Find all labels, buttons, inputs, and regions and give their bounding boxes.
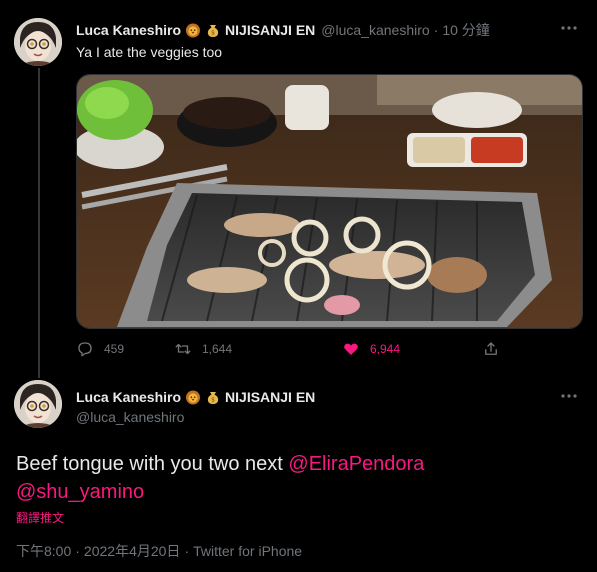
tweet-photo[interactable] xyxy=(76,74,583,329)
tweet-time[interactable]: 10 分鐘 xyxy=(442,20,489,40)
like-button[interactable]: 6,944 xyxy=(342,340,400,358)
retweet-icon xyxy=(175,343,191,355)
avatar[interactable] xyxy=(14,380,62,428)
tweet-metadata: 下午8:00 · 2022年4月20日 · Twitter for iPhone xyxy=(16,541,302,561)
more-dots-icon[interactable] xyxy=(559,18,579,38)
lion-emoji-icon xyxy=(185,389,201,405)
separator-dot: · xyxy=(75,543,80,559)
handle[interactable]: @luca_kaneshiro xyxy=(76,409,184,425)
share-button[interactable] xyxy=(482,340,510,358)
tweet-text: Ya I ate the veggies too xyxy=(76,44,223,60)
display-name[interactable]: Luca Kaneshiro xyxy=(76,389,181,405)
display-name-suffix[interactable]: NIJISANJI EN xyxy=(225,22,315,38)
tweet-text: Beef tongue with you two next @EliraPend… xyxy=(16,450,576,506)
share-icon xyxy=(485,342,497,355)
display-name-suffix[interactable]: NIJISANJI EN xyxy=(225,389,315,405)
mention-link[interactable]: @EliraPendora xyxy=(288,453,424,475)
retweet-count: 1,644 xyxy=(202,342,233,356)
separator-dot: · xyxy=(184,543,190,559)
avatar[interactable] xyxy=(14,18,62,66)
money-bag-emoji-icon: $ xyxy=(205,22,221,38)
tweet-source: Twitter for iPhone xyxy=(193,543,303,559)
handle[interactable]: @luca_kaneshiro xyxy=(321,22,429,38)
tweet-actions: 459 1,644 6,944 xyxy=(76,340,506,362)
money-bag-emoji-icon: $ xyxy=(205,389,221,405)
translate-link[interactable]: 翻譯推文 xyxy=(16,509,64,526)
svg-text:$: $ xyxy=(211,30,215,37)
thread-line xyxy=(38,68,40,378)
mention-link[interactable]: @shu_yamino xyxy=(16,481,144,503)
tweet-date[interactable]: 2022年4月20日 xyxy=(84,543,181,559)
display-name[interactable]: Luca Kaneshiro xyxy=(76,22,181,38)
like-count: 6,944 xyxy=(370,342,401,356)
reply-count: 459 xyxy=(104,342,125,356)
tweet-time[interactable]: 下午8:00 xyxy=(16,543,71,559)
retweet-button[interactable]: 1,644 xyxy=(174,340,232,358)
tweet-header: Luca Kaneshiro $ NIJISANJI EN @luca_kane… xyxy=(76,20,490,40)
reply-icon xyxy=(78,342,92,357)
heart-icon xyxy=(344,343,358,355)
tweet-1[interactable]: Luca Kaneshiro $ NIJISANJI EN @luca_kane… xyxy=(0,0,597,378)
more-dots-icon[interactable] xyxy=(559,386,579,406)
tweet-header: Luca Kaneshiro $ NIJISANJI EN xyxy=(76,389,315,405)
separator-dot: · xyxy=(433,22,439,38)
tweet-text-prefix: Beef tongue with you two next xyxy=(16,453,289,475)
reply-button[interactable]: 459 xyxy=(76,340,124,358)
svg-text:$: $ xyxy=(211,397,215,404)
lion-emoji-icon xyxy=(185,22,201,38)
